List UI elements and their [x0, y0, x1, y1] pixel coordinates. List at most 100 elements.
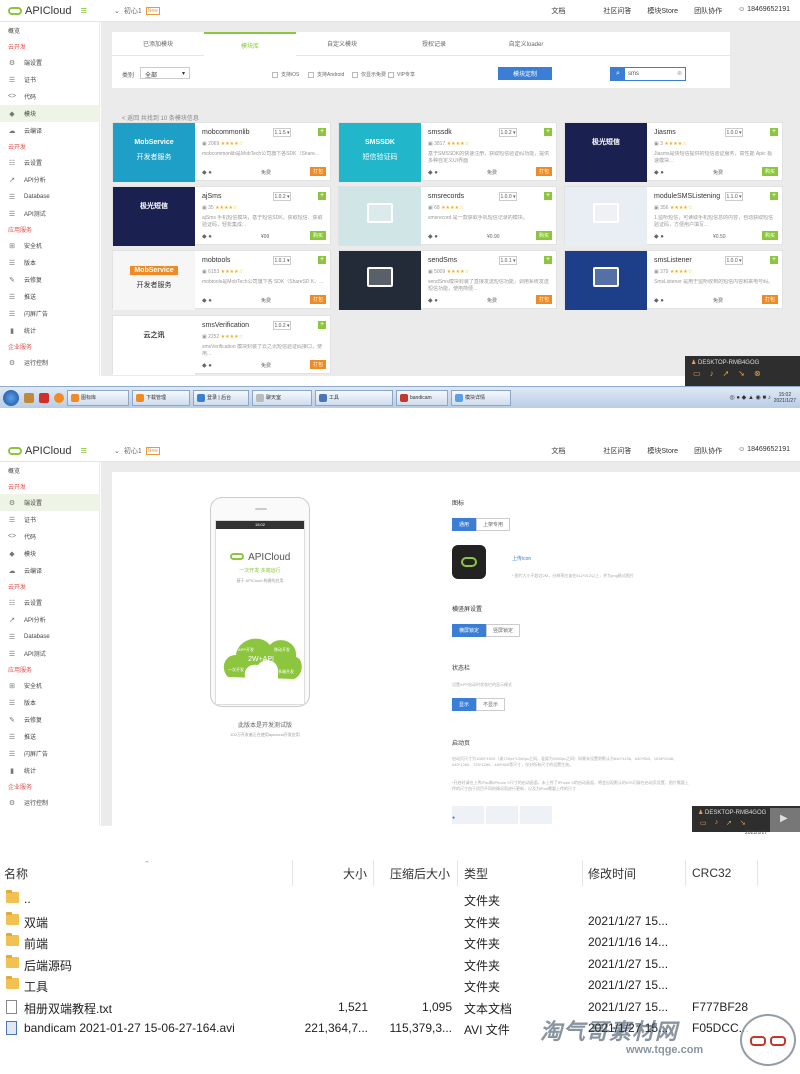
community-link[interactable]: 社区问答 [603, 6, 631, 16]
col-mtime[interactable]: 修改时间 [588, 860, 636, 886]
launch-thumbnail[interactable]: ● [452, 806, 484, 824]
checkbox[interactable] [352, 71, 358, 78]
sidebar-item[interactable]: ☰ 版本 [0, 694, 99, 711]
sidebar-item[interactable]: ↗ API分析 [0, 611, 99, 628]
search-box[interactable]: ⌕ sms ⊗ [610, 67, 686, 81]
sidebar-item[interactable]: ◆ 模块 [0, 105, 99, 122]
file-row[interactable]: 后端源码 文件夹 2021/1/27 15... [0, 953, 800, 975]
taskbar-window-button[interactable]: 图标库 [67, 389, 129, 406]
add-module-icon[interactable]: + [318, 256, 326, 264]
add-module-icon[interactable]: + [318, 192, 326, 200]
custom-module-button[interactable]: 模块定制 [498, 67, 552, 80]
icon-store-option[interactable]: 上架专用 [476, 518, 511, 531]
user-phone[interactable]: ☺ 18469652191 [738, 6, 790, 16]
file-row[interactable]: 前端 文件夹 2021/1/16 14... [0, 931, 800, 953]
sidebar-item[interactable]: ⚙ 端设置 [0, 54, 99, 71]
sidebar-item[interactable]: ☁ 云编译 [0, 562, 99, 579]
module-action-badge[interactable]: 打包 [309, 360, 326, 369]
tab-auth-records[interactable]: 授权记录 [388, 32, 480, 56]
module-card[interactable]: 极光短信 Jiasms 1.0.0 ▾ + ▣ 3 ★★★★☆ Jiasms是快短信提供的… [564, 122, 783, 182]
search-input[interactable]: sms ⊗ [625, 68, 685, 80]
add-module-icon[interactable]: + [770, 192, 778, 200]
taskbar-window-button[interactable]: 聊天室 [252, 389, 312, 406]
store-link[interactable]: 模块Store [647, 6, 678, 16]
module-action-badge[interactable]: 购买 [761, 167, 778, 176]
checkbox[interactable] [308, 71, 314, 78]
sidebar-item[interactable]: ⚙ 端设置 [0, 494, 99, 511]
menu-icon[interactable]: ≡ [80, 5, 86, 17]
version-select[interactable]: 1.1.5 ▾ [273, 128, 291, 137]
module-card[interactable]: smsListener 1.0.0 ▾ + ▣ 379 ★★★★☆ SmsListene… [564, 250, 783, 310]
module-title[interactable]: Jiasms [654, 129, 676, 136]
module-action-badge[interactable]: 打包 [309, 167, 326, 176]
checkbox[interactable] [272, 71, 278, 78]
sidebar-item[interactable]: ☁ 云编译 [0, 122, 99, 139]
add-module-icon[interactable]: + [544, 192, 552, 200]
module-action-badge[interactable]: 购买 [535, 231, 552, 240]
launch-thumbnail[interactable] [486, 806, 518, 824]
file-row[interactable]: .. 文件夹 [0, 888, 800, 910]
app-switcher[interactable]: ⌄ 初心1 New [114, 6, 160, 16]
taskbar-window-button[interactable]: bandicam [396, 389, 448, 406]
module-card[interactable]: MobService 开发者服务 mobtools 1.0.1 ▾ + ▣ 6153 ★★… [112, 250, 331, 310]
docs-link[interactable]: 文档 [551, 446, 565, 456]
module-card[interactable]: sendSms 1.0.1 ▾ + ▣ 5009 ★★★★☆ sendSms模块封装了直… [338, 250, 557, 310]
clock[interactable]: 15:02 2021/1/27 [774, 392, 796, 404]
col-crc[interactable]: CRC32 [692, 860, 731, 886]
module-image[interactable] [565, 187, 647, 246]
col-packed[interactable]: 压缩后大小 [390, 860, 450, 886]
user-phone[interactable]: ☺ 18469652191 [738, 446, 790, 456]
module-action-badge[interactable]: 打包 [309, 295, 326, 304]
sidebar-item[interactable]: ⊞ 安全机 [0, 237, 99, 254]
col-type[interactable]: 类型 [464, 860, 488, 886]
results-count[interactable]: < 返回 共找到 10 条模块信息 [122, 113, 199, 122]
module-card[interactable]: smsrecords 1.0.0 ▾ + ▣ 68 ★★★★☆ smsrecord 是一… [338, 186, 557, 246]
module-title[interactable]: smsVerification [202, 322, 249, 329]
sidebar-item[interactable]: ☰ 证书 [0, 511, 99, 528]
app-icon[interactable] [24, 392, 34, 403]
landscape-option[interactable]: 横屏锁定 [452, 624, 487, 637]
module-card[interactable]: SMSSDK 短信验证码 smssdk 1.0.2 ▾ + ▣ 3817 ★★★★☆ 基于S… [338, 122, 557, 182]
play-icon[interactable]: ▶ [780, 813, 788, 824]
module-title[interactable]: ajSms [202, 193, 221, 200]
sidebar-item[interactable]: ☷ 云设置 [0, 154, 99, 171]
module-image[interactable] [339, 187, 421, 246]
checkbox[interactable] [388, 71, 394, 78]
module-image[interactable]: 云之讯 [113, 316, 195, 375]
tab-custom-modules[interactable]: 自定义模块 [296, 32, 388, 56]
start-button-icon[interactable] [3, 389, 19, 406]
module-image[interactable] [565, 251, 647, 310]
category-select[interactable]: 全部 ▾ [140, 67, 190, 79]
taskbar-window-button[interactable]: 下载管理 [132, 389, 190, 406]
cursor-icon[interactable]: ➘ [740, 819, 746, 827]
module-action-badge[interactable]: 打包 [761, 295, 778, 304]
app-icon-preview[interactable] [452, 545, 486, 579]
module-action-badge[interactable]: 购买 [309, 231, 326, 240]
version-select[interactable]: 1.1.0 ▾ [725, 192, 743, 201]
add-module-icon[interactable]: + [770, 128, 778, 136]
sidebar-item[interactable]: ☰ Database [0, 188, 99, 205]
sidebar-item[interactable]: ☰ Database [0, 628, 99, 645]
app-icon[interactable] [39, 392, 49, 403]
taskbar-window-button[interactable]: 登录 | 后台 [193, 389, 249, 406]
module-image[interactable] [339, 251, 421, 310]
tab-added-modules[interactable]: 已添加模块 [112, 32, 204, 56]
module-action-badge[interactable]: 打包 [535, 167, 552, 176]
statusbar-hide-option[interactable]: 不显示 [476, 698, 506, 711]
sidebar-item[interactable]: <> 代码 [0, 88, 99, 105]
logo[interactable]: APICloud ≡ [0, 445, 100, 457]
module-card[interactable]: moduleSMSListening 1.1.0 ▾ + ▣ 356 ★★★★☆ 1.监… [564, 186, 783, 246]
sidebar-item[interactable]: ▮ 统计 [0, 762, 99, 779]
sidebar-item[interactable]: ⚙ 运行控制 [0, 794, 99, 811]
module-title[interactable]: moduleSMSListening [654, 193, 720, 200]
add-module-icon[interactable]: + [770, 256, 778, 264]
sidebar-item[interactable]: ✎ 云修复 [0, 271, 99, 288]
add-module-icon[interactable]: + [318, 321, 326, 329]
version-select[interactable]: 1.0.2 ▾ [273, 192, 291, 201]
file-row[interactable]: 工具 文件夹 2021/1/27 15... [0, 974, 800, 996]
module-card[interactable]: 极光短信 ajSms 1.0.2 ▾ + ▣ 35 ★★★★☆ ajSms 手机短信模块，… [112, 186, 331, 246]
file-row[interactable]: 双端 文件夹 2021/1/27 15... [0, 910, 800, 932]
sidebar-item[interactable]: ✎ 云修复 [0, 711, 99, 728]
module-title[interactable]: smssdk [428, 129, 452, 136]
icon-general-option[interactable]: 通用 [452, 518, 477, 531]
